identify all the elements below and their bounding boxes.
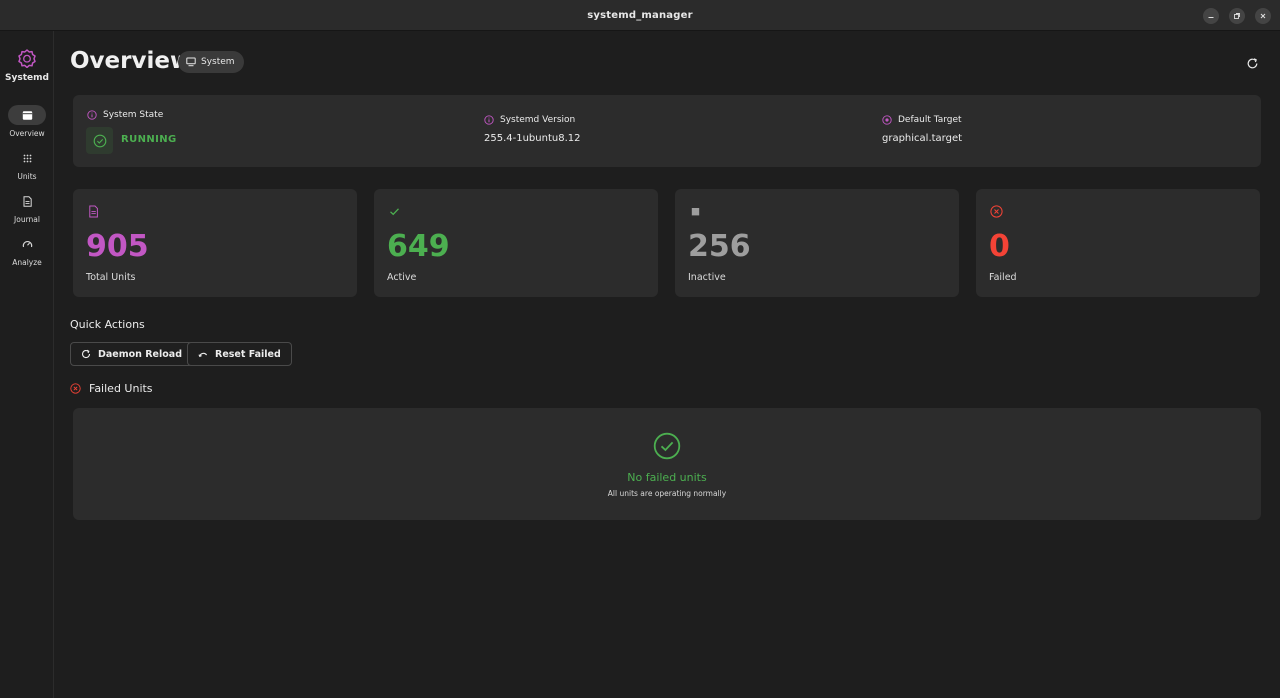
stat-card-total-units: 905 Total Units [73,189,357,297]
brand: Systemd [0,48,54,83]
quick-actions-title: Quick Actions [70,318,145,331]
stat-label: Total Units [86,272,136,283]
systemd-version-label: Systemd Version [500,115,576,125]
stat-value: 0 [989,229,1010,264]
window-title: systemd_manager [587,9,693,21]
target-icon [882,115,892,125]
check-icon [390,208,399,216]
systemd-version-value: 255.4-1ubuntu8.12 [484,133,581,144]
default-target-label: Default Target [898,115,962,125]
check-circle-icon [653,432,681,460]
systemd-version-block: Systemd Version 255.4-1ubuntu8.12 [484,115,580,144]
sidebar-item-label: Analyze [12,258,42,267]
empty-state-title: No failed units [627,471,707,484]
reset-failed-label: Reset Failed [215,348,281,360]
page-title: Overview [70,48,192,74]
stat-card-inactive: 256 Inactive [675,189,959,297]
system-state-value: RUNNING [121,134,177,145]
gauge-icon [22,240,32,247]
restore-icon [1234,13,1240,19]
daemon-reload-label: Daemon Reload [98,348,182,360]
refresh-icon [1247,58,1258,69]
sidebar-item-overview[interactable]: Overview [0,105,54,138]
close-button[interactable] [1255,8,1271,24]
scope-chip-label: System [201,57,235,67]
monitor-icon [186,57,196,67]
empty-state-subtitle: All units are operating normally [607,489,727,498]
stat-label: Inactive [688,272,726,283]
sidebar-item-label: Overview [9,129,45,138]
reset-failed-button[interactable]: Reset Failed [187,342,292,366]
scope-chip[interactable]: System [178,51,244,73]
restore-button[interactable] [1229,8,1245,24]
grid-icon [23,154,31,162]
system-state-block: System State [87,110,163,120]
system-state-label: System State [103,110,164,120]
default-target-value: graphical.target [882,133,963,144]
sidebar-item-units[interactable]: Units [0,148,54,181]
undo-icon [198,352,208,358]
stat-label: Failed [989,272,1017,283]
stat-label: Active [387,272,417,283]
failed-units-empty-state: No failed units All units are operating … [73,408,1261,520]
sidebar-item-label: Journal [14,215,40,224]
stat-card-active: 649 Active [374,189,658,297]
system-info-card: System State RUNNING Systemd Version 255… [73,95,1261,167]
minimize-button[interactable] [1203,8,1219,24]
sidebar: Systemd Overview Units Journal Analyze [0,31,54,698]
info-icon [484,115,494,125]
window-controls [1203,8,1271,24]
stat-value: 649 [387,229,450,264]
daemon-reload-button[interactable]: Daemon Reload [70,342,193,366]
failed-units-header: Failed Units [70,382,153,395]
stat-card-failed: 0 Failed [976,189,1260,297]
check-circle-icon [93,134,106,147]
window-titlebar: systemd_manager [0,0,1280,31]
stat-value: 256 [688,229,751,264]
close-icon [1260,13,1266,19]
default-target-block: Default Target graphical.target [882,115,962,144]
dashboard-icon [22,110,32,120]
sidebar-item-label: Units [17,172,37,181]
brand-label: Systemd [5,73,49,83]
document-icon [23,195,32,207]
sidebar-item-journal[interactable]: Journal [0,191,54,224]
x-circle-icon [990,205,1003,218]
info-icon [87,110,97,120]
x-circle-icon [70,383,81,394]
running-status-box [86,127,113,154]
systemd-logo-icon [18,49,36,68]
refresh-button[interactable] [1246,55,1259,69]
sidebar-item-analyze[interactable]: Analyze [0,234,54,267]
minimize-icon [1208,17,1214,18]
failed-units-title: Failed Units [89,382,153,395]
stop-icon [691,208,700,216]
main-content: Overview System System State RUNNING Sys… [54,31,1280,698]
file-icon [89,205,98,218]
refresh-icon [82,349,91,359]
stat-value: 905 [86,229,149,264]
